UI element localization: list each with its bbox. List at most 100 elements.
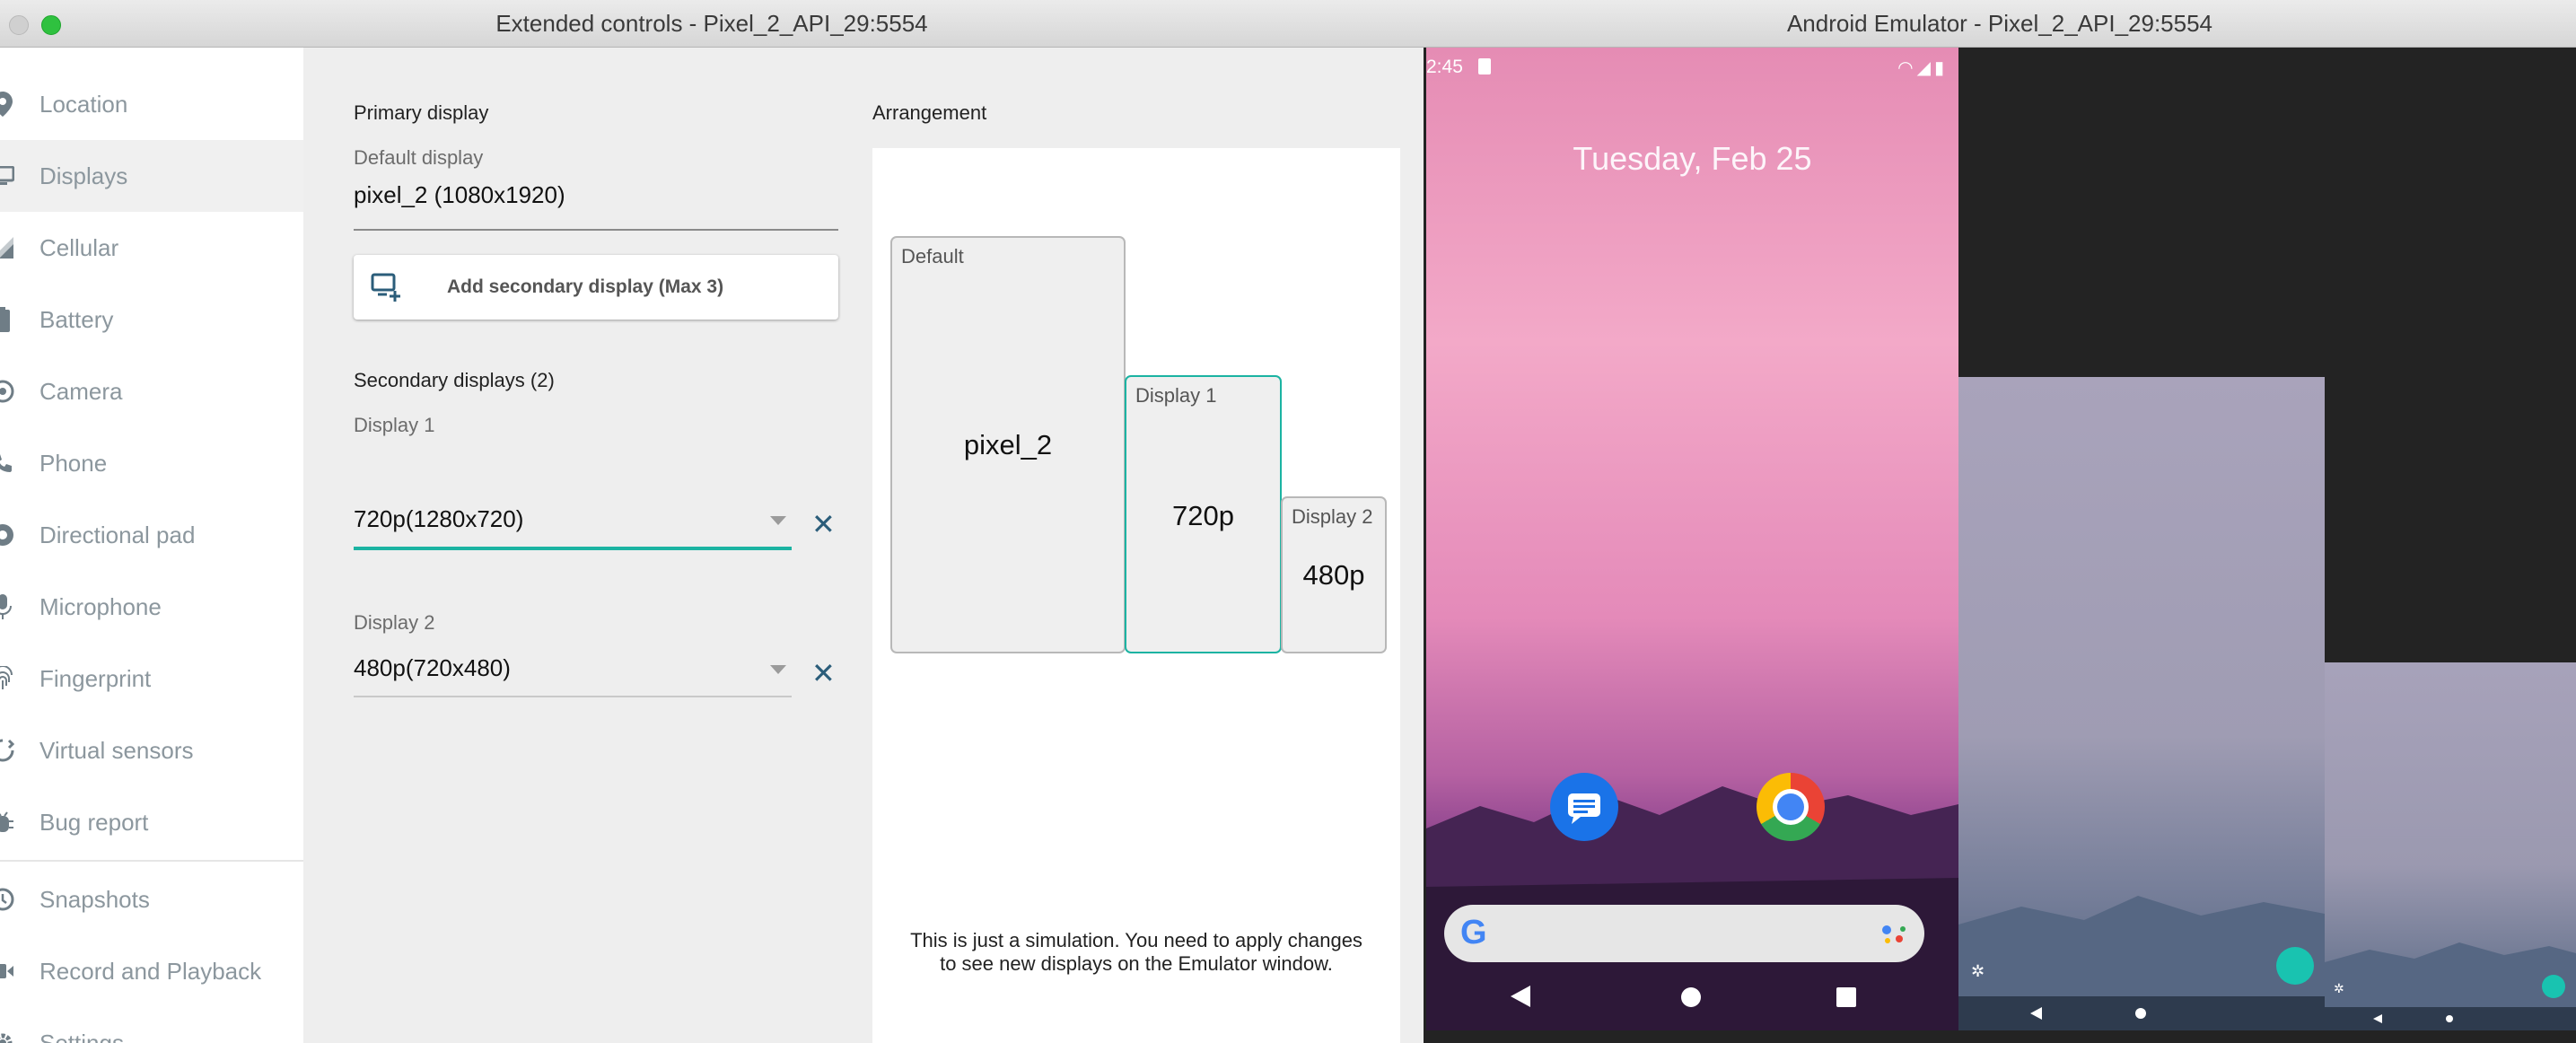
display-1-label: Display 1 [354,414,435,436]
sidebar-item-location[interactable]: Location [0,68,303,140]
secondary-display-1-screen[interactable]: ✲ [1958,377,2325,1030]
displays-panel: Primary display Default display pixel_2 … [303,48,1424,1043]
home-icon[interactable] [2134,1007,2147,1020]
sidebar-item-directional-pad[interactable]: Directional pad [0,499,303,571]
wifi-icon: ◠ [1897,58,1917,78]
arrangement-default-display[interactable]: Default pixel_2 [890,236,1126,653]
remove-display-1-button[interactable]: ✕ [811,510,836,539]
app-drawer-button[interactable] [2276,947,2314,985]
back-icon[interactable] [2030,1007,2043,1020]
assistant-icon [1882,925,1906,943]
add-secondary-display-button[interactable]: Add secondary display (Max 3) [354,255,838,320]
phone-icon [0,450,16,477]
window-title: Extended controls - Pixel_2_API_29:5554 [495,10,928,37]
add-secondary-display-label: Add secondary display (Max 3) [447,276,724,297]
status-icons: ◠◢▮ [1897,57,1948,79]
sidebar-item-label: Cellular [39,233,119,261]
overview-icon[interactable] [1836,986,1857,1008]
arrangement-display-1[interactable]: Display 1 720p [1125,375,1282,653]
chrome-icon[interactable] [1757,773,1825,841]
arrangement-display-2[interactable]: Display 2 480p [1281,496,1387,653]
display-icon [0,162,16,189]
record-icon [0,958,16,985]
microphone-icon [0,593,16,620]
default-display-label: Default display [354,146,484,169]
sidebar-item-microphone[interactable]: Microphone [0,571,303,643]
sidebar-item-record-and-playback[interactable]: Record and Playback [0,935,303,1007]
home-icon[interactable] [2445,1014,2454,1023]
display-box-resolution: 720p [1172,500,1234,531]
sidebar-item-label: Record and Playback [39,957,262,985]
sidebar-item-settings[interactable]: Settings [0,1007,303,1043]
sidebar-item-virtual-sensors[interactable]: Virtual sensors [0,714,303,786]
chevron-down-icon[interactable] [770,516,786,525]
display-2-select[interactable]: 480p(720x480) [354,654,511,682]
sidebar-item-battery[interactable]: Battery [0,284,303,355]
sidebar-item-label: Settings [39,1029,124,1043]
arrangement-heading: Arrangement [872,101,987,124]
sidebar-item-label: Directional pad [39,521,196,548]
sidebar-item-displays[interactable]: Displays [0,140,303,212]
emulator-window-title: Android Emulator - Pixel_2_API_29:5554 [1786,10,2213,37]
back-icon[interactable] [1509,985,1532,1008]
sidebar-item-label: Fingerprint [39,664,152,692]
secondary-display-2-screen[interactable]: ✲ [2325,662,2576,1030]
sidebar-item-camera[interactable]: Camera [0,355,303,427]
extended-controls-titlebar[interactable]: Extended controls - Pixel_2_API_29:5554 [0,0,1424,48]
gear-icon[interactable]: ✲ [2334,981,2344,996]
sidebar-item-label: Camera [39,377,123,405]
sidebar-item-fingerprint[interactable]: Fingerprint [0,643,303,714]
google-logo: G [1460,914,1487,951]
display-2-select-underline [354,696,792,697]
battery-icon: ▮ [1933,58,1948,78]
secondary-display-1-navbar [1958,996,2325,1030]
wallpaper-mountains [2325,942,2576,1007]
chrome-icon-center [1773,789,1809,825]
bug-icon [0,809,16,836]
display-box-resolution: pixel_2 [963,429,1053,460]
display-box-name: Default [901,245,964,267]
simulation-note: This is just a simulation. You need to a… [910,929,1362,975]
sidebar-item-snapshots[interactable]: Snapshots [0,863,303,935]
back-icon[interactable] [2373,1014,2382,1023]
default-display-field[interactable]: pixel_2 (1080x1920) [354,181,565,209]
status-bar-time: 2:45 [1426,57,1463,77]
sensors-icon [0,737,16,764]
messages-icon[interactable] [1550,773,1618,841]
sidebar-item-bug-report[interactable]: Bug report [0,786,303,858]
android-emulator-window: Android Emulator - Pixel_2_API_29:5554 2… [1424,0,2576,1043]
sd-card-icon [1478,58,1491,74]
sidebar-item-label: Virtual sensors [39,736,194,764]
wallpaper-mountains [1958,896,2325,996]
camera-icon [0,378,16,405]
display-box-resolution: 480p [1302,559,1365,591]
cellular-signal-icon [0,234,16,261]
primary-display-screen[interactable]: 2:45 ◠◢▮ Tuesday, Feb 25 G [1426,48,1958,1030]
google-search-bar[interactable]: G [1444,905,1924,962]
display-1-select-underline [354,547,792,550]
sidebar-item-label: Bug report [39,808,149,836]
lockscreen-date: Tuesday, Feb 25 [1573,140,1812,177]
history-icon [0,886,16,913]
remove-display-2-button[interactable]: ✕ [811,659,836,688]
display-box-name: Display 2 [1292,505,1373,528]
app-drawer-button[interactable] [2542,975,2565,998]
chevron-down-icon[interactable] [770,665,786,674]
extended-controls-window: Extended controls - Pixel_2_API_29:5554 … [0,0,1424,1043]
gear-icon[interactable]: ✲ [1971,962,1985,981]
sidebar: Location Displays Cellular Battery Camer… [0,48,303,1043]
home-icon[interactable] [1680,986,1702,1008]
sidebar-item-label: Displays [39,162,128,189]
chrome-icon-dot [1777,793,1804,820]
sidebar-item-label: Battery [39,305,114,333]
signal-icon: ◢ [1916,58,1934,78]
sidebar-item-label: Phone [39,449,108,477]
sidebar-item-label: Location [39,90,128,118]
add-display-icon [370,271,402,303]
display-1-select[interactable]: 720p(1280x720) [354,505,523,533]
emulator-titlebar[interactable]: Android Emulator - Pixel_2_API_29:5554 [1424,0,2576,48]
sidebar-item-phone[interactable]: Phone [0,427,303,499]
location-pin-icon [0,91,16,118]
sidebar-item-cellular[interactable]: Cellular [0,212,303,284]
secondary-displays-heading: Secondary displays (2) [354,369,555,391]
